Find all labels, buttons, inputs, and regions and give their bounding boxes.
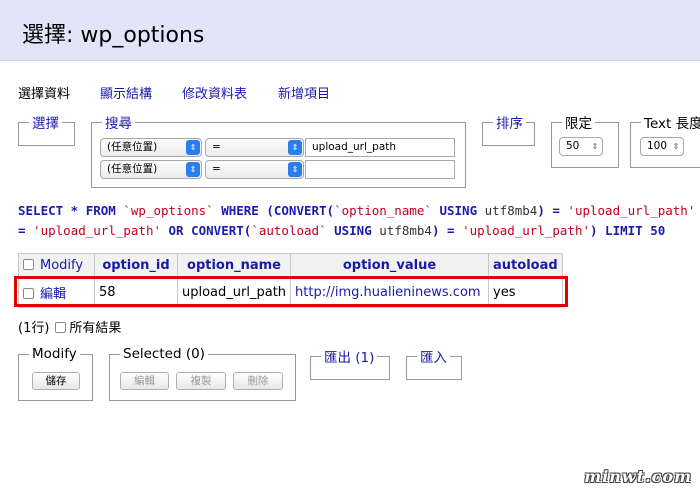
chevron-updown-icon: ⇕: [288, 162, 302, 177]
delete-selected-button[interactable]: 刪除: [233, 372, 283, 390]
chevron-updown-icon: ⇕: [186, 140, 200, 155]
export-fieldset: 匯出 (1): [310, 346, 390, 380]
all-results-label: 所有結果: [69, 321, 122, 336]
row-count-text: (1行): [18, 321, 50, 336]
row-modify-cell: 編輯: [18, 277, 95, 308]
search-value-input-1[interactable]: upload_url_path: [305, 138, 455, 157]
copy-selected-button[interactable]: 複製: [176, 372, 226, 390]
sql-token: =: [18, 223, 34, 238]
sort-legend[interactable]: 排序: [493, 112, 526, 132]
limit-input[interactable]: 50 ⇕: [559, 137, 603, 156]
search-column-select-1[interactable]: (任意位置) ⇕: [100, 138, 202, 157]
sql-token: 'upload_url_path': [33, 223, 161, 238]
sql-token: utf8mb4: [379, 223, 432, 238]
sql-token: USING: [431, 203, 485, 218]
modify-column-header: Modify: [18, 253, 95, 278]
sql-token: ) =: [431, 223, 463, 238]
sql-query-line-2: = 'upload_url_path' OR CONVERT(`autoload…: [18, 223, 665, 238]
save-button[interactable]: 儲存: [32, 372, 80, 390]
sql-token: USING: [326, 223, 380, 238]
modify-legend: Modify: [32, 346, 77, 362]
all-results-checkbox[interactable]: [55, 322, 67, 333]
export-legend[interactable]: 匯出 (1): [321, 346, 377, 366]
sql-token: SELECT * FROM: [18, 203, 124, 218]
sql-token: `autoload`: [251, 223, 327, 238]
cell-option-id: 58: [94, 277, 178, 308]
column-header-option-name[interactable]: option_name: [176, 253, 292, 278]
edit-link[interactable]: 編輯: [40, 287, 66, 302]
sql-token: OR CONVERT(: [161, 223, 252, 238]
select-all-checkbox[interactable]: [23, 259, 34, 270]
tab-show-structure[interactable]: 顯示結構: [100, 83, 152, 102]
sql-token: WHERE (CONVERT(: [213, 203, 335, 218]
search-operator-select-1[interactable]: = ⇕: [205, 138, 304, 157]
row-checkbox[interactable]: [23, 288, 34, 299]
select-legend[interactable]: 選擇: [29, 112, 62, 132]
sql-token: `wp_options`: [123, 203, 214, 218]
edit-selected-button[interactable]: 編輯: [120, 372, 169, 390]
watermark: minwt.com: [584, 467, 692, 486]
search-value-input-2[interactable]: [305, 160, 455, 179]
select-fieldset: 選擇: [18, 112, 75, 146]
search-column-select-2[interactable]: (任意位置) ⇕: [100, 160, 202, 179]
cell-option-value[interactable]: http://img.hualieninews.com: [290, 277, 490, 308]
column-header-option-value[interactable]: option_value: [290, 253, 490, 278]
text-length-input[interactable]: 100 ⇕: [640, 137, 684, 156]
column-header-autoload[interactable]: autoload: [488, 253, 563, 278]
search-legend[interactable]: 搜尋: [102, 112, 135, 132]
cell-autoload: yes: [488, 277, 563, 308]
text-length-legend: Text 長度: [644, 116, 700, 132]
import-legend[interactable]: 匯入: [417, 346, 450, 366]
sql-token: `option_name`: [334, 203, 432, 218]
chevron-updown-icon: ⇕: [186, 162, 200, 177]
chevron-updown-icon: ⇕: [288, 140, 302, 155]
import-fieldset: 匯入: [406, 346, 462, 380]
cell-option-name: upload_url_path: [176, 277, 292, 308]
selected-legend: Selected (0): [123, 346, 205, 362]
tab-select-data[interactable]: 選擇資料: [18, 83, 70, 102]
spinner-icon[interactable]: ⇕: [671, 139, 681, 154]
spinner-icon[interactable]: ⇕: [590, 139, 600, 154]
sql-token: utf8mb4: [484, 203, 538, 218]
sql-token: ) =: [537, 203, 568, 218]
page-title: 選擇: wp_options: [22, 23, 205, 48]
tab-new-item[interactable]: 新增項目: [278, 83, 330, 102]
table-header-row: Modify option_id option_name option_valu…: [18, 253, 563, 278]
page-header: 選擇: wp_options: [0, 0, 700, 61]
sql-token: ) LIMIT 50: [590, 223, 666, 238]
sort-fieldset: 排序: [482, 112, 535, 146]
sql-query-line-1: SELECT * FROM `wp_options` WHERE (CONVER…: [18, 203, 695, 218]
table-row: 編輯 58 upload_url_path http://img.hualien…: [18, 277, 563, 308]
limit-legend: 限定: [565, 116, 592, 132]
result-count: (1行) 所有結果: [18, 317, 121, 336]
tab-alter-table[interactable]: 修改資料表: [182, 83, 247, 102]
sql-token: 'upload_url_path': [567, 203, 696, 218]
column-header-option-id[interactable]: option_id: [94, 253, 178, 278]
sql-token: 'upload_url_path': [462, 223, 590, 238]
results-table: Modify option_id option_name option_valu…: [18, 253, 563, 308]
search-operator-select-2[interactable]: = ⇕: [205, 160, 304, 179]
